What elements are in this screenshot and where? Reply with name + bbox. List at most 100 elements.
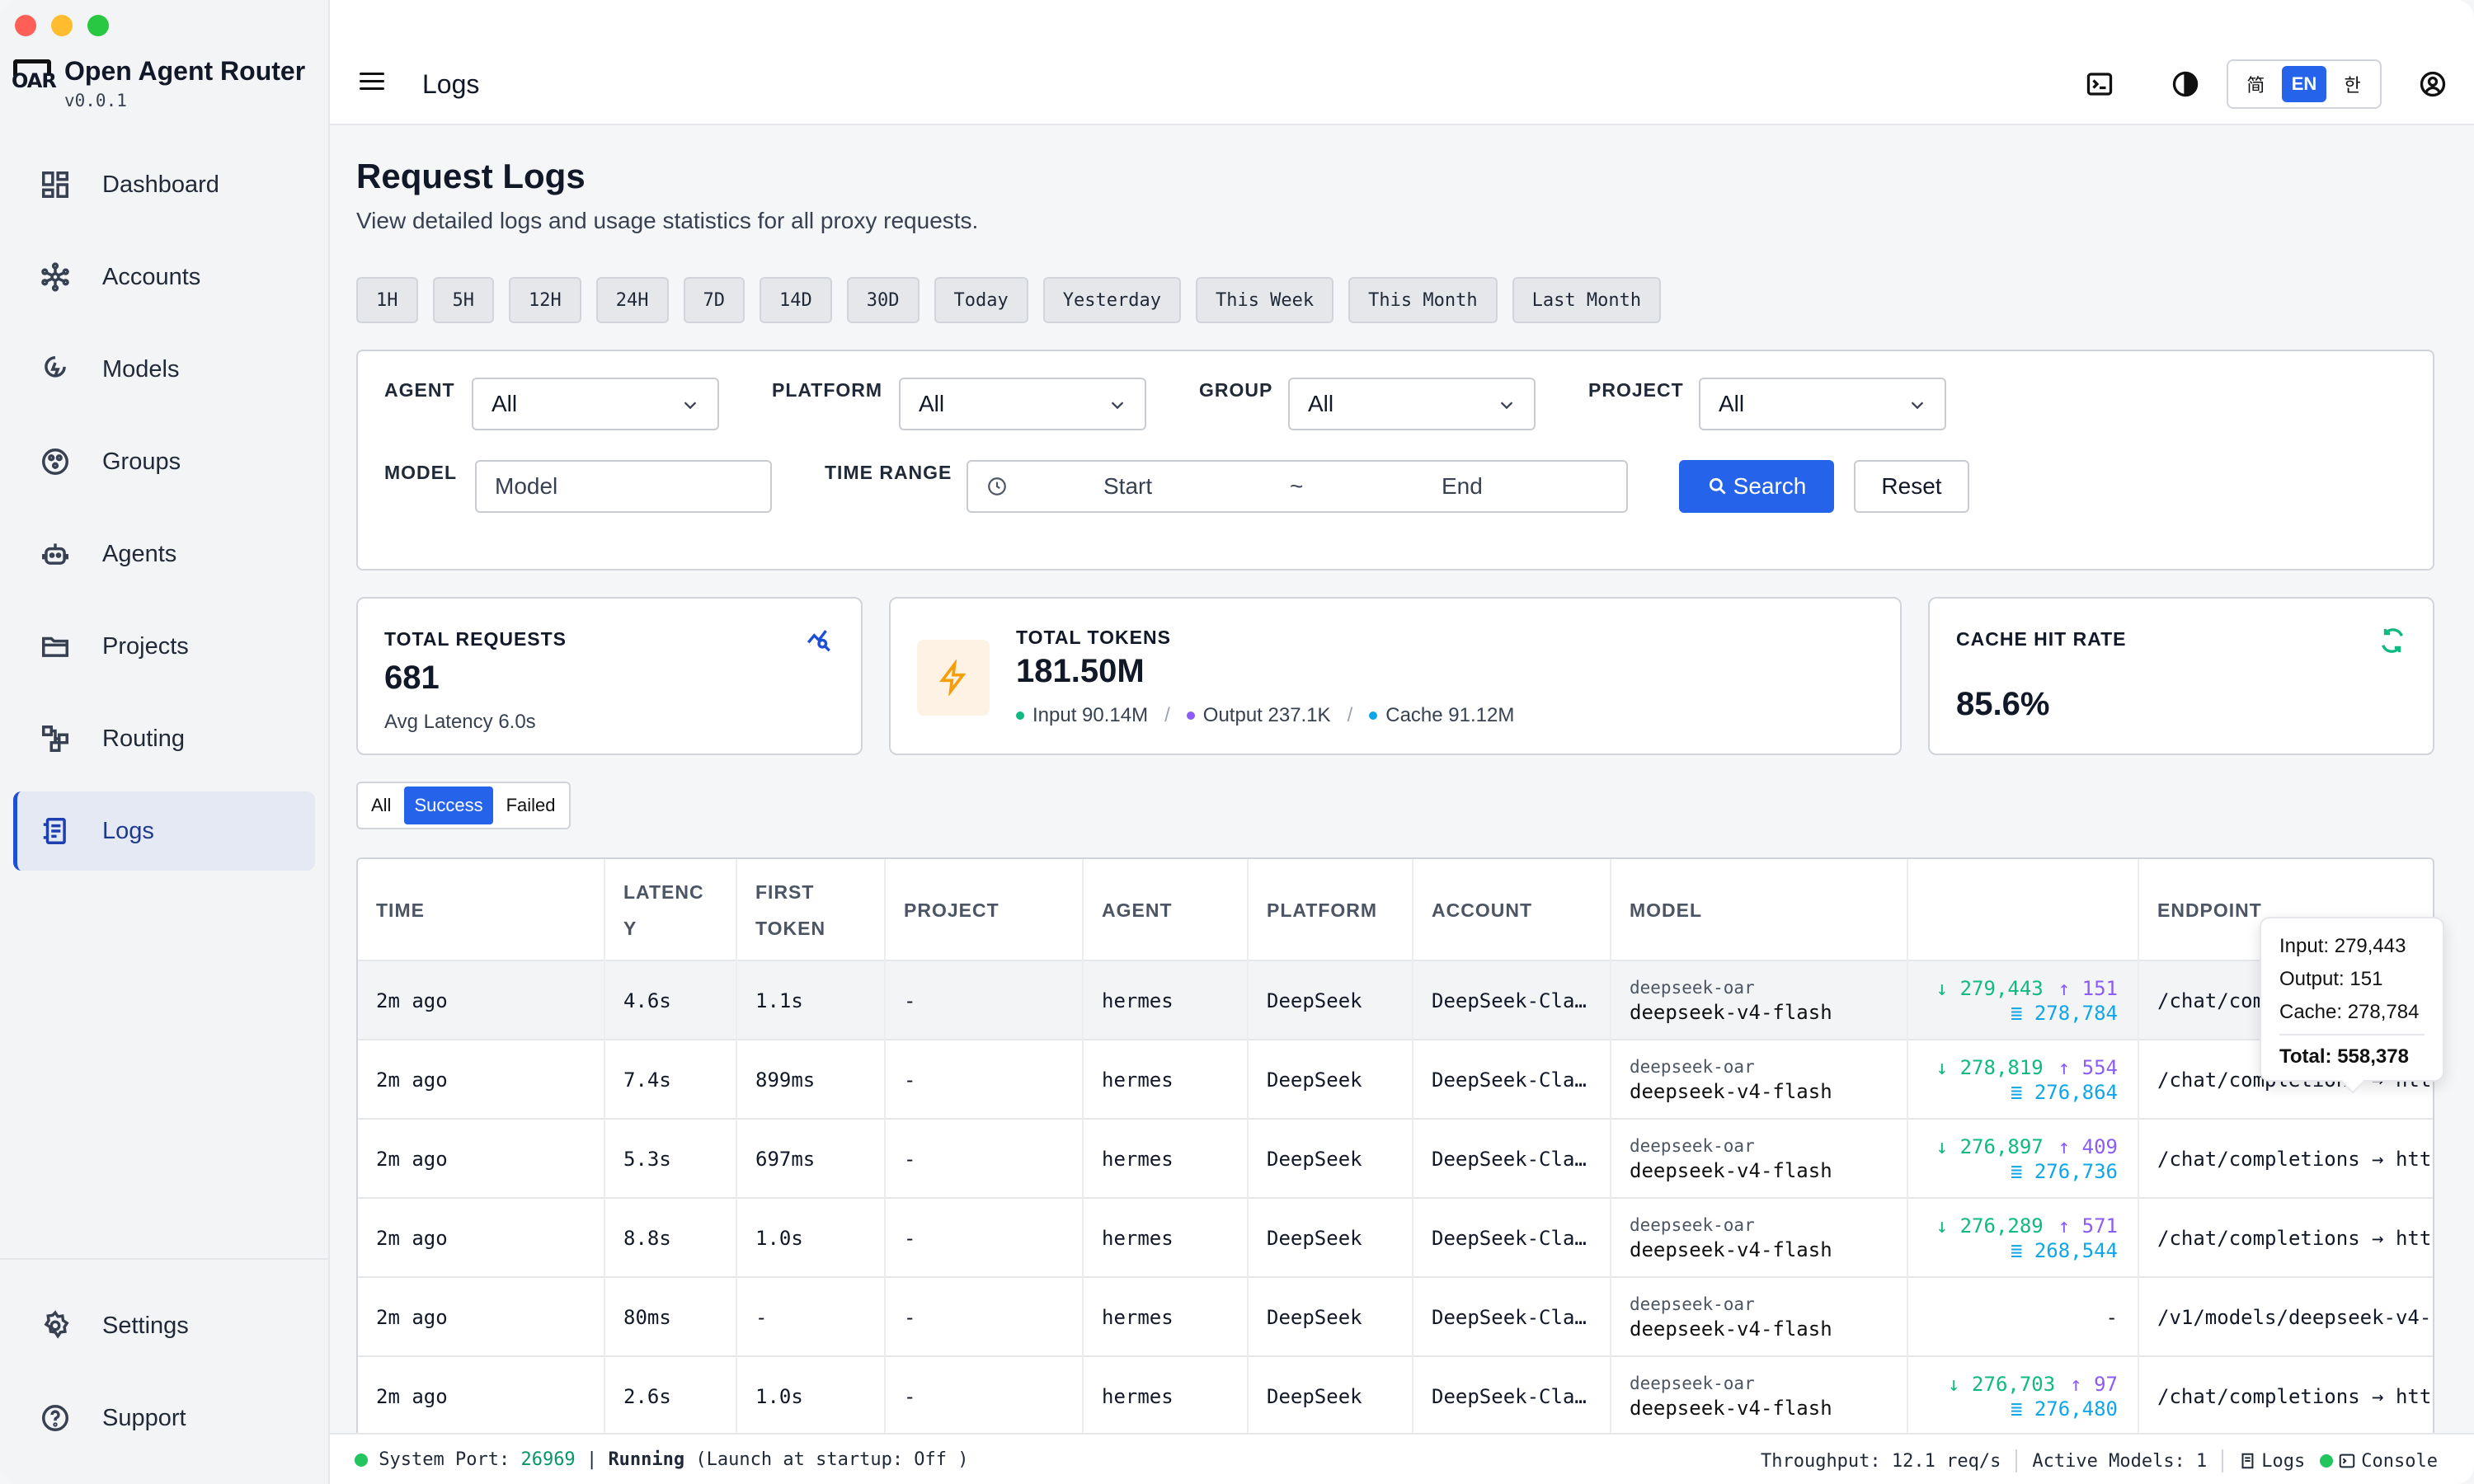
time-end-field[interactable]: End — [1442, 473, 1483, 500]
group-select[interactable]: All — [1288, 378, 1536, 430]
sidebar-item-routing[interactable]: Routing — [13, 699, 315, 778]
column-account[interactable]: ACCOUNT — [1413, 859, 1611, 961]
range-5h-button[interactable]: 5H — [432, 277, 494, 323]
column-time[interactable]: TIME — [358, 859, 605, 961]
table-header: TIME LATENC Y FIRST TOKEN PROJECT AGENT … — [358, 859, 2433, 961]
lang-zh[interactable]: 简 — [2233, 66, 2279, 102]
time-start-field[interactable]: Start — [1103, 473, 1152, 500]
model-alias: deepseek-oar — [1630, 978, 1755, 998]
sidebar-item-settings[interactable]: Settings — [13, 1286, 315, 1365]
cell-tokens[interactable]: ↓ 276,897 ↑ 409 ≣ 276,736 — [1908, 1120, 2139, 1199]
sidebar-item-projects[interactable]: Projects — [13, 607, 315, 686]
column-first-token[interactable]: FIRST TOKEN — [737, 859, 886, 961]
cell-platform: DeepSeek — [1249, 1278, 1413, 1357]
cell-tokens[interactable]: ↓ 279,443 ↑ 151 ≣ 278,784 — [1908, 961, 2139, 1040]
menu-toggle-icon[interactable] — [360, 73, 384, 95]
cache-icon: ≣ — [2010, 1160, 2034, 1183]
project-select-value: All — [1719, 391, 1745, 416]
range-yesterday-button[interactable]: Yesterday — [1042, 277, 1181, 323]
search-button[interactable]: Search — [1679, 460, 1834, 513]
token-input: Input 90.14M — [1032, 704, 1149, 726]
range-14d-button[interactable]: 14D — [760, 277, 832, 323]
user-avatar-icon[interactable] — [2418, 69, 2448, 99]
sidebar-item-label: Settings — [102, 1312, 189, 1339]
range-this-week-button[interactable]: This Week — [1195, 277, 1334, 323]
cell-latency: 80ms — [605, 1278, 737, 1357]
minimize-window-button[interactable] — [51, 15, 73, 36]
model-input[interactable]: Model — [475, 460, 772, 513]
range-7d-button[interactable]: 7D — [683, 277, 745, 323]
cell-tokens[interactable]: ↓ 276,703 ↑ 97 ≣ 276,480 — [1908, 1357, 2139, 1433]
reset-button[interactable]: Reset — [1854, 460, 1969, 513]
time-range-picker[interactable]: Start ~ End — [967, 460, 1628, 513]
maximize-window-button[interactable] — [87, 15, 109, 36]
range-this-month-button[interactable]: This Month — [1348, 277, 1498, 323]
column-platform[interactable]: PLATFORM — [1249, 859, 1413, 961]
cell-project: - — [886, 1278, 1084, 1357]
sidebar-item-agents[interactable]: Agents — [13, 514, 315, 594]
cell-tokens[interactable]: ↓ 278,819 ↑ 554 ≣ 276,864 — [1908, 1040, 2139, 1120]
table-row[interactable]: 2m ago 5.3s 697ms - hermes DeepSeek DeepSeek-C… — [358, 1120, 2433, 1199]
app-version: v0.0.1 — [64, 91, 127, 110]
sidebar-item-logs[interactable]: Logs — [13, 791, 315, 871]
column-tokens[interactable] — [1908, 859, 2139, 961]
range-1h-button[interactable]: 1H — [356, 277, 418, 323]
throughput: Throughput: 12.1 req/s — [1760, 1450, 2001, 1472]
page-heading: Request Logs — [356, 157, 586, 195]
project-select[interactable]: All — [1699, 378, 1946, 430]
range-30d-button[interactable]: 30D — [846, 277, 920, 323]
sidebar-item-dashboard[interactable]: Dashboard — [13, 145, 315, 224]
app-window: OAR Open Agent Router v0.0.1 Dashboard A… — [0, 0, 2474, 1484]
cache-icon: ≣ — [2010, 1239, 2034, 1262]
cell-platform: DeepSeek — [1249, 961, 1413, 1040]
tab-success[interactable]: Success — [404, 787, 493, 824]
cell-latency: 8.8s — [605, 1199, 737, 1278]
tooltip-input: Input: 279,443 — [2279, 935, 2406, 957]
cell-account: DeepSeek-Cla… — [1413, 1199, 1611, 1278]
running-indicator — [355, 1453, 368, 1467]
table-row[interactable]: 2m ago 7.4s 899ms - hermes DeepSeek DeepSeek-C… — [358, 1040, 2433, 1120]
agent-select[interactable]: All — [472, 378, 719, 430]
model-alias: deepseek-oar — [1630, 1294, 1755, 1314]
sidebar-item-accounts[interactable]: Accounts — [13, 237, 315, 317]
cache-icon: ≣ — [2010, 1002, 2034, 1025]
sidebar-item-support[interactable]: Support — [13, 1378, 315, 1458]
column-latency[interactable]: LATENC Y — [605, 859, 737, 961]
column-model[interactable]: MODEL — [1611, 859, 1908, 961]
sidebar-item-groups[interactable]: Groups — [13, 422, 315, 501]
cell-tokens[interactable]: - — [1908, 1278, 2139, 1357]
logs-link[interactable]: Logs — [2238, 1451, 2305, 1472]
close-window-button[interactable] — [15, 15, 36, 36]
tokens-input: ↓ 279,443 — [1935, 977, 2044, 1000]
table-row[interactable]: 2m ago 80ms - - hermes DeepSeek DeepSeek-Cla… d… — [358, 1278, 2433, 1357]
theme-toggle-icon[interactable] — [2171, 69, 2200, 99]
tab-all[interactable]: All — [361, 787, 401, 824]
status-right: Throughput: 12.1 req/s Active Models: 1 … — [1761, 1449, 2438, 1472]
column-agent[interactable]: AGENT — [1084, 859, 1249, 961]
table-row[interactable]: 2m ago 4.6s 1.1s - hermes DeepSeek DeepSeek-Cl… — [358, 961, 2433, 1040]
range-24h-button[interactable]: 24H — [595, 277, 669, 323]
tokens-output: ↑ 151 — [2058, 977, 2118, 1000]
token-breakdown: Input 90.14M / Output 237.1K / Cache 91.… — [1016, 704, 1514, 727]
table-row[interactable]: 2m ago 2.6s 1.0s - hermes DeepSeek DeepSeek-Cl… — [358, 1357, 2433, 1433]
cell-account: DeepSeek-Cla… — [1413, 961, 1611, 1040]
sidebar-item-models[interactable]: Models — [13, 330, 315, 409]
status-filter-tabs: All Success Failed — [356, 782, 571, 829]
cell-tokens[interactable]: ↓ 276,289 ↑ 571 ≣ 268,544 — [1908, 1199, 2139, 1278]
cell-first: 1.0s — [737, 1199, 886, 1278]
range-today-button[interactable]: Today — [934, 277, 1028, 323]
range-last-month-button[interactable]: Last Month — [1512, 277, 1662, 323]
cell-platform: DeepSeek — [1249, 1357, 1413, 1433]
robot-icon — [42, 543, 68, 565]
terminal-icon[interactable] — [2085, 69, 2114, 99]
range-12h-button[interactable]: 12H — [509, 277, 581, 323]
lang-en[interactable]: EN — [2281, 66, 2327, 102]
tab-failed[interactable]: Failed — [496, 787, 566, 824]
cell-time: 2m ago — [358, 1040, 605, 1120]
console-link[interactable]: Console — [2320, 1451, 2438, 1472]
lang-ko[interactable]: 한 — [2330, 66, 2375, 102]
logs-icon — [2241, 1453, 2254, 1469]
table-row[interactable]: 2m ago 8.8s 1.0s - hermes DeepSeek DeepSeek-Cl… — [358, 1199, 2433, 1278]
platform-select[interactable]: All — [899, 378, 1146, 430]
column-project[interactable]: PROJECT — [886, 859, 1084, 961]
